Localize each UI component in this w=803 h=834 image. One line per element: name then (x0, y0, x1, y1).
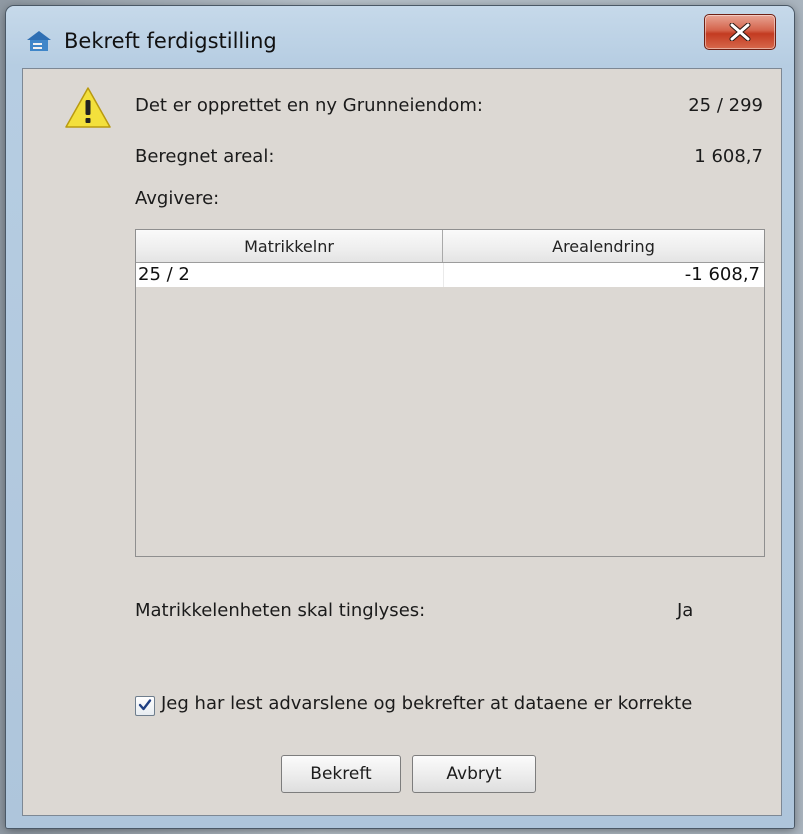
checkmark-icon (138, 697, 152, 716)
cancel-button[interactable]: Avbryt (412, 755, 536, 793)
registration-label: Matrikkelenheten skal tinglyses: (135, 600, 426, 621)
column-header-arealendring[interactable]: Arealendring (443, 230, 764, 262)
dialog-content: Det er opprettet en ny Grunneiendom: 25 … (22, 68, 782, 816)
confirm-checkbox-label[interactable]: Jeg har lest advarslene og bekrefter at … (161, 693, 692, 714)
area-label: Beregnet areal: (135, 146, 275, 167)
givers-table[interactable]: Matrikkelnr Arealendring 25 / 2 -1 608,7 (135, 229, 765, 557)
cell-matrikkelnr: 25 / 2 (138, 264, 190, 285)
confirm-checkbox[interactable] (135, 696, 155, 716)
title-bar: Bekreft ferdigstilling (6, 6, 794, 68)
house-icon (26, 30, 52, 52)
table-row[interactable]: 25 / 2 -1 608,7 (136, 263, 764, 287)
cell-arealendring: -1 608,7 (443, 263, 760, 287)
new-property-label: Det er opprettet en ny Grunneiendom: (135, 95, 483, 116)
givers-label: Avgivere: (135, 188, 220, 209)
new-property-value: 25 / 299 (688, 95, 763, 116)
column-header-matrikkelnr[interactable]: Matrikkelnr (136, 230, 443, 262)
confirm-button[interactable]: Bekreft (281, 755, 401, 793)
confirm-completion-dialog: Bekreft ferdigstilling Det er opprettet … (6, 6, 794, 828)
close-icon (729, 23, 751, 41)
table-header: Matrikkelnr Arealendring (136, 230, 764, 263)
dialog-title: Bekreft ferdigstilling (64, 29, 277, 53)
close-button[interactable] (704, 14, 776, 50)
registration-value: Ja (677, 600, 694, 621)
area-value: 1 608,7 (694, 146, 763, 167)
warning-icon (65, 87, 111, 133)
